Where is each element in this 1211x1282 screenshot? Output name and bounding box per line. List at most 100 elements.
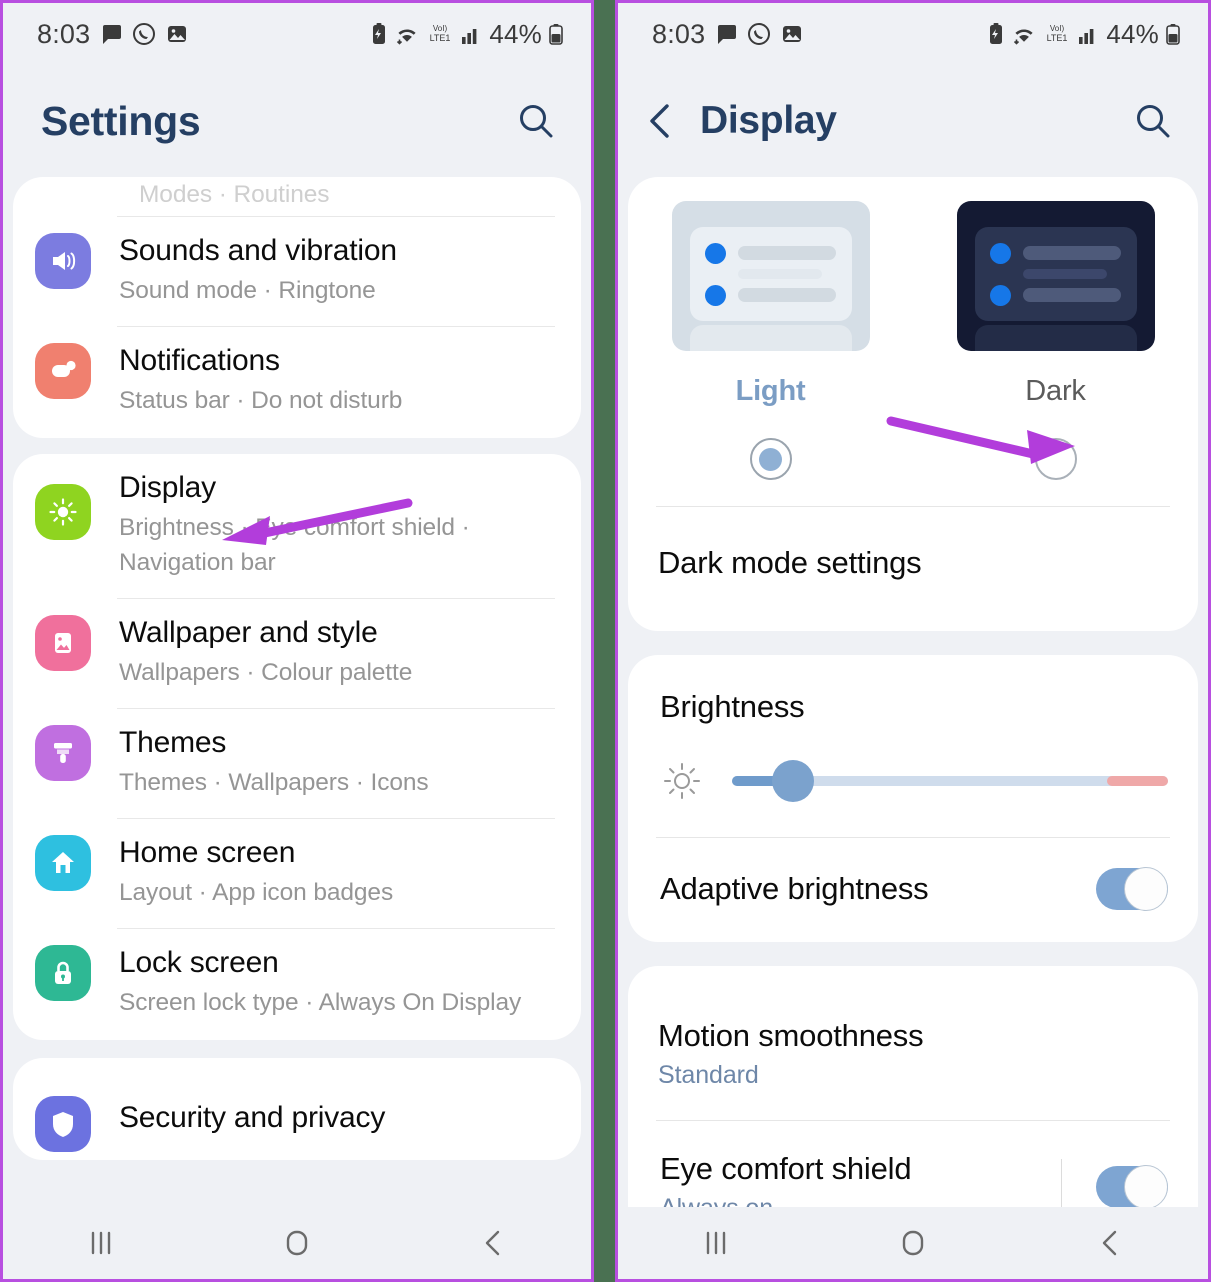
preview-dot xyxy=(989,243,1011,264)
row-motion-smoothness[interactable]: Motion smoothness Standard xyxy=(628,980,1198,1120)
list-item-text: Display Brightness · Eye comfort shield … xyxy=(91,454,559,598)
chat-bubble-icon xyxy=(714,22,738,46)
back-icon[interactable] xyxy=(1050,1207,1170,1279)
toggle-knob xyxy=(1124,1165,1168,1207)
list-item-title: Themes xyxy=(119,726,227,759)
theme-option-label: Light xyxy=(735,375,806,407)
whatsapp-icon xyxy=(132,22,156,46)
status-bar-right-group: VoI) LTE1 44% xyxy=(986,19,1182,50)
row-title: Adaptive brightness xyxy=(660,871,929,906)
sidebar-item-display[interactable]: Display Brightness · Eye comfort shield … xyxy=(13,454,581,598)
brightness-slider[interactable] xyxy=(732,760,1168,802)
comparison-stage: 8:03 VoI) LTE1 44% Settings Modes · Rout… xyxy=(0,0,1211,1282)
themes-brush-icon xyxy=(35,725,91,781)
status-bar-left-group: 8:03 xyxy=(37,19,189,50)
volte-icon: VoI) LTE1 xyxy=(1042,22,1072,46)
home-icon[interactable] xyxy=(853,1207,973,1279)
list-item-title: Notifications xyxy=(119,344,280,377)
list-item-title: Wallpaper and style xyxy=(119,616,378,649)
light-mode-preview-icon xyxy=(671,201,870,351)
back-icon[interactable] xyxy=(433,1207,553,1279)
brightness-card: Brightness Adaptive brightness xyxy=(628,655,1198,942)
preview-dot xyxy=(704,285,726,306)
row-adaptive-brightness[interactable]: Adaptive brightness xyxy=(628,838,1198,942)
status-bar-right: 8:03 VoI) LTE1 44% xyxy=(618,3,1208,65)
notifications-icon xyxy=(35,343,91,399)
sidebar-item-themes[interactable]: Themes Themes · Wallpapers · Icons xyxy=(13,709,581,818)
left-phone-screenshot: 8:03 VoI) LTE1 44% Settings Modes · Rout… xyxy=(0,0,594,1282)
list-item-subtitle: Screen lock type · Always On Display xyxy=(119,989,522,1016)
theme-mode-options: Light Dark xyxy=(628,201,1198,480)
list-item-subtitle: Status bar · Do not disturb xyxy=(119,387,403,414)
radio-light[interactable] xyxy=(749,438,792,480)
battery-icon xyxy=(547,22,565,46)
preview-panel xyxy=(974,227,1137,321)
svg-text:LTE1: LTE1 xyxy=(430,33,451,43)
sidebar-item-wallpaper-and-style[interactable]: Wallpaper and style Wallpapers · Colour … xyxy=(13,599,581,708)
settings-group-modes-sounds: Modes · Routines Sounds and vibration So… xyxy=(13,177,581,438)
list-item-subtitle: Sound mode · Ringtone xyxy=(119,277,376,304)
toggle-eye-comfort-shield[interactable] xyxy=(1096,1165,1168,1207)
list-item-title: Sounds and vibration xyxy=(119,234,397,267)
sun-brightness-icon xyxy=(660,759,704,803)
toggle-knob xyxy=(1124,867,1168,911)
theme-option-label: Dark xyxy=(1025,375,1086,407)
row-eye-comfort-shield[interactable]: Eye comfort shield Always on xyxy=(628,1121,1198,1207)
navigation-bar-left xyxy=(3,1207,591,1279)
theme-mode-card: Light Dark Dark mode settings xyxy=(628,177,1198,631)
sidebar-item-sounds-and-vibration[interactable]: Sounds and vibration Sound mode · Ringto… xyxy=(13,217,581,326)
screenshot-divider xyxy=(594,0,615,1282)
row-dark-mode-settings[interactable]: Dark mode settings xyxy=(628,507,1198,617)
gallery-icon xyxy=(780,22,804,46)
toggle-adaptive-brightness[interactable] xyxy=(1096,867,1168,911)
status-bar-right-group: VoI) LTE1 44% xyxy=(369,19,565,50)
brightness-slider-row[interactable] xyxy=(628,725,1198,837)
svg-text:VoI): VoI) xyxy=(433,24,448,33)
motion-eyecomfort-card: Motion smoothness Standard Eye comfort s… xyxy=(628,966,1198,1207)
preview-bar xyxy=(1022,246,1121,260)
list-item-text: Wallpaper and style Wallpapers · Colour … xyxy=(91,599,559,708)
settings-group-security: Security and privacy xyxy=(13,1058,581,1160)
radio-dark[interactable] xyxy=(1034,438,1077,480)
recent-apps-icon[interactable] xyxy=(656,1207,776,1279)
recent-apps-icon[interactable] xyxy=(41,1207,161,1279)
gallery-icon xyxy=(165,22,189,46)
signal-bars-icon xyxy=(460,22,482,46)
theme-option-dark[interactable]: Dark xyxy=(913,201,1198,480)
home-icon[interactable] xyxy=(237,1207,357,1279)
display-scroll-area[interactable]: Light Dark Dark mode settings Brightness… xyxy=(618,177,1208,1207)
security-privacy-icon xyxy=(35,1096,91,1152)
row-title: Motion smoothness xyxy=(658,1018,924,1053)
back-chevron-icon[interactable] xyxy=(640,98,682,144)
preview-bar xyxy=(1022,288,1121,302)
sidebar-item-lock-screen[interactable]: Lock screen Screen lock type · Always On… xyxy=(13,929,581,1038)
whatsapp-icon xyxy=(747,22,771,46)
status-bar-left-group: 8:03 xyxy=(652,19,804,50)
row-title: Dark mode settings xyxy=(658,545,922,580)
signal-bars-icon xyxy=(1077,22,1099,46)
right-phone-screenshot: 8:03 VoI) LTE1 44% Display Light Dark Da… xyxy=(615,0,1211,1282)
home-screen-icon xyxy=(35,835,91,891)
search-icon[interactable] xyxy=(513,98,559,144)
theme-option-light[interactable]: Light xyxy=(628,201,913,480)
list-item-subtitle: Brightness · Eye comfort shield · Naviga… xyxy=(119,514,470,576)
battery-saver-icon xyxy=(986,22,1006,46)
svg-text:LTE1: LTE1 xyxy=(1047,33,1068,43)
slider-thumb[interactable] xyxy=(772,760,815,802)
sidebar-item-notifications[interactable]: Notifications Status bar · Do not distur… xyxy=(13,327,581,436)
list-item-text: Home screen Layout · App icon badges xyxy=(91,819,559,928)
list-item-text: Sounds and vibration Sound mode · Ringto… xyxy=(91,217,559,326)
settings-scroll-area[interactable]: Modes · Routines Sounds and vibration So… xyxy=(3,177,591,1207)
lock-screen-icon xyxy=(35,945,91,1001)
preview-bar xyxy=(737,288,836,302)
list-item-clipped[interactable]: Modes · Routines xyxy=(13,177,581,216)
sidebar-item-home-screen[interactable]: Home screen Layout · App icon badges xyxy=(13,819,581,928)
list-item-subtitle: Layout · App icon badges xyxy=(119,879,394,906)
battery-percentage: 44% xyxy=(1106,18,1159,49)
volte-icon: VoI) LTE1 xyxy=(425,22,455,46)
brightness-display-icon xyxy=(35,484,91,540)
search-icon[interactable] xyxy=(1130,98,1176,144)
sidebar-item-security-and-privacy[interactable]: Security and privacy xyxy=(13,1058,581,1158)
row-text: Adaptive brightness xyxy=(660,871,1096,907)
dark-mode-preview-icon xyxy=(956,201,1155,351)
